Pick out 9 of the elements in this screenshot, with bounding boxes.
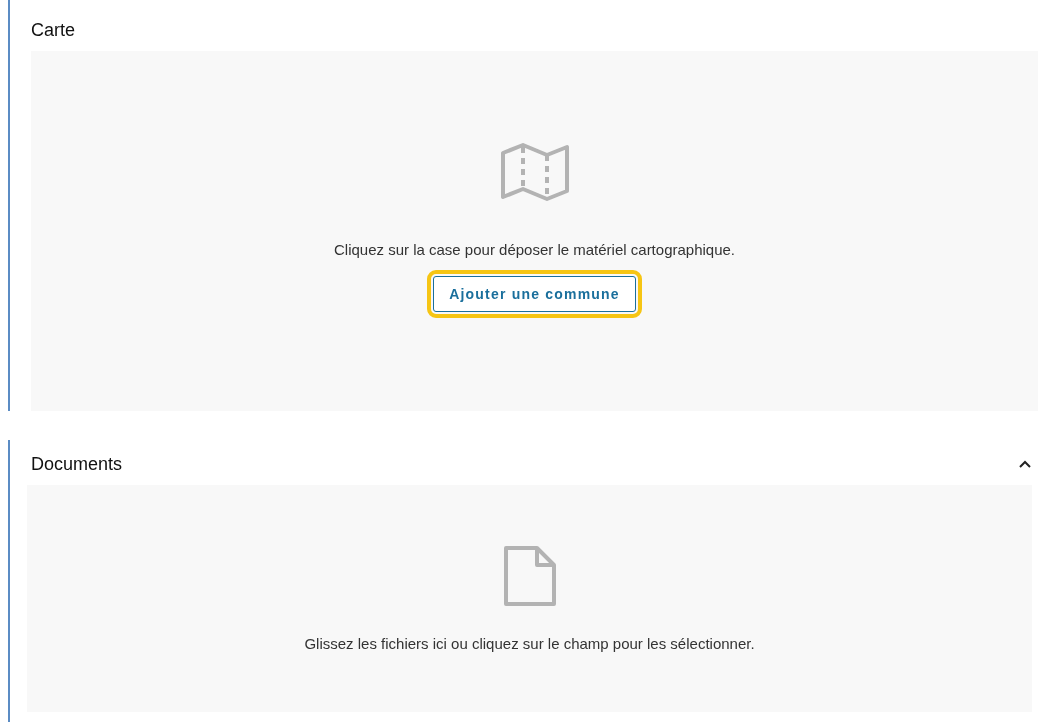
collapse-icon[interactable] (1018, 459, 1032, 469)
section-title: Carte (31, 19, 75, 41)
section-title: Documents (31, 453, 123, 475)
map-icon (499, 143, 570, 201)
drop-hint: Glissez les fichiers ici ou cliquez sur le champ pour les sélectionner. (304, 635, 755, 652)
map-drop-area[interactable]: Cliquez sur la case pour déposer le matériel cartographique. Ajouter une commune (31, 51, 1038, 411)
file-icon (502, 545, 557, 607)
file-drop-area[interactable]: Glissez les fichiers ici ou cliquez sur le champ pour les sélectionner. (27, 485, 1032, 712)
drop-hint: Cliquez sur la case pour déposer le matériel cartographique. (333, 241, 736, 258)
